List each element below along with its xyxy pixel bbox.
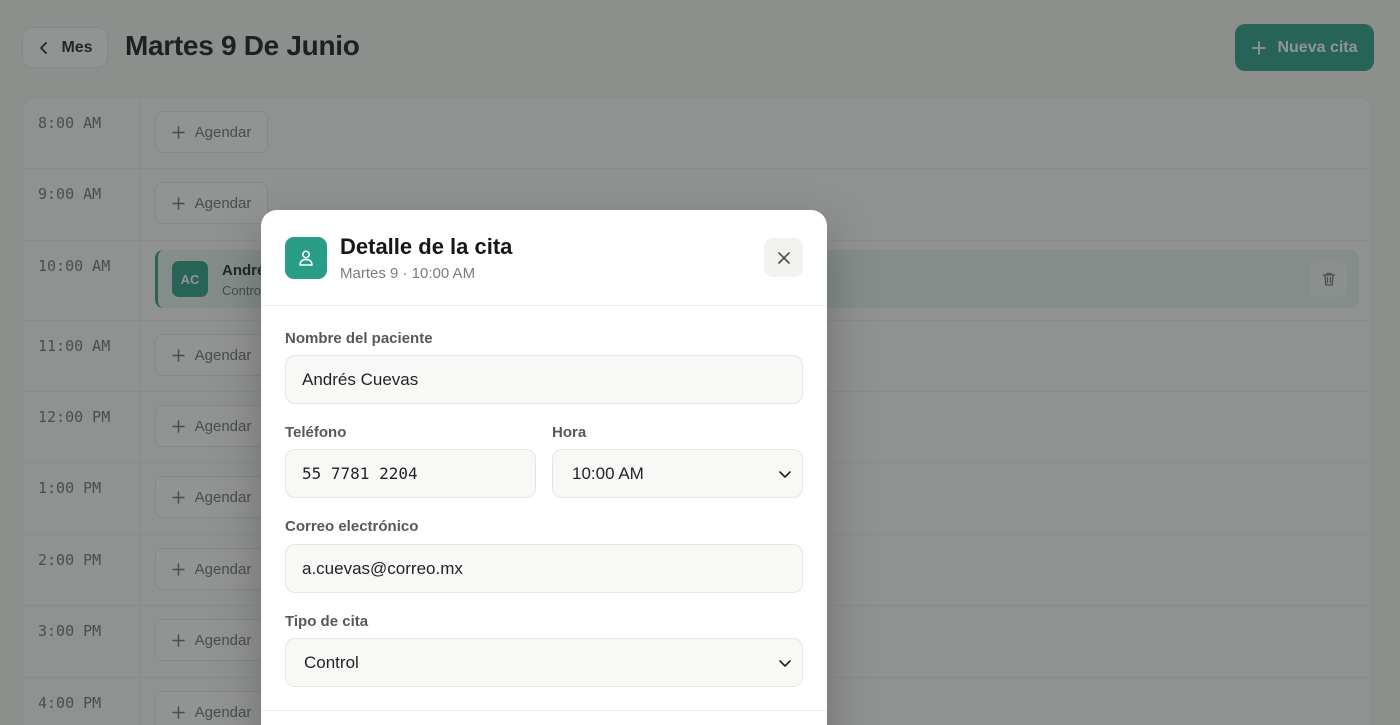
- patient-name-label: Nombre del paciente: [285, 330, 433, 347]
- user-icon: [285, 237, 327, 279]
- chevron-down-icon: [779, 471, 791, 478]
- modal-title: Detalle de la cita: [340, 234, 513, 259]
- appointment-type-select[interactable]: Control: [285, 638, 803, 687]
- appointment-type-value: Control: [304, 652, 359, 672]
- modal-footer-divider: [261, 710, 827, 711]
- phone-field[interactable]: 55 7781 2204: [285, 449, 536, 498]
- appointment-detail-modal: Detalle de la cita Martes 9 · 10:00 AM N…: [261, 210, 827, 725]
- time-select[interactable]: 10:00 AM: [552, 449, 803, 498]
- phone-label: Teléfono: [285, 424, 347, 441]
- close-modal-button[interactable]: [764, 238, 803, 277]
- appointment-type-label: Tipo de cita: [285, 613, 369, 630]
- time-select-value: 10:00 AM: [572, 463, 644, 483]
- email-label: Correo electrónico: [285, 518, 419, 535]
- modal-header: Detalle de la cita Martes 9 · 10:00 AM: [261, 210, 827, 306]
- chevron-down-icon: [779, 660, 791, 667]
- time-label: Hora: [552, 424, 587, 441]
- email-field[interactable]: a.cuevas@correo.mx: [285, 544, 803, 593]
- close-icon: [777, 251, 790, 264]
- modal-subtitle: Martes 9 · 10:00 AM: [340, 265, 476, 282]
- patient-name-field[interactable]: Andrés Cuevas: [285, 355, 803, 404]
